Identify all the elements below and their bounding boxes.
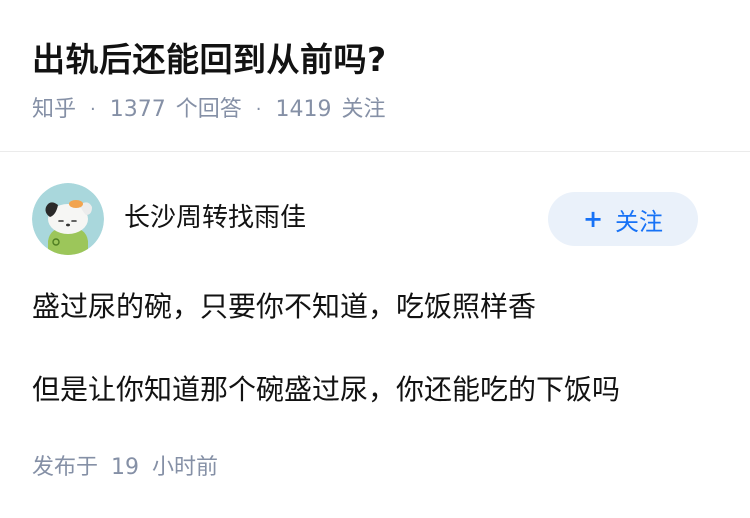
follow-button-label: 关注 [615, 207, 664, 236]
avatar[interactable] [32, 183, 104, 255]
question-header: 出轨后还能回到从前吗? 知乎 · 1377 个回答 · 1419 关注 [0, 0, 750, 151]
follower-count: 1419 [275, 97, 332, 122]
meta-separator: · [255, 99, 262, 120]
answer-content-line: 但是让你知道那个碗盛过尿，你还能吃的下饭吗 [32, 373, 621, 406]
answer-content-line: 盛过尿的碗，只要你不知道，吃饭照样香 [32, 290, 537, 323]
follow-button[interactable]: + 关注 [548, 192, 698, 246]
answer-count: 1377 [109, 97, 166, 122]
question-title[interactable]: 出轨后还能回到从前吗? [32, 38, 387, 82]
answer-count-label: 个回答 [175, 97, 242, 122]
answer-page: 出轨后还能回到从前吗? 知乎 · 1377 个回答 · 1419 关注 长沙周转… [0, 0, 750, 518]
author-name[interactable]: 长沙周转找雨佳 [124, 200, 306, 236]
timestamp-prefix: 发布于 [32, 455, 99, 480]
follower-count-label: 关注 [341, 97, 386, 122]
cartoon-dog-avatar-icon [32, 183, 104, 255]
plus-icon: + [582, 205, 604, 233]
timestamp-value: 19 [111, 455, 140, 480]
timestamp-suffix: 小时前 [152, 455, 219, 480]
question-meta: 知乎 · 1377 个回答 · 1419 关注 [32, 94, 386, 126]
answer-card: 长沙周转找雨佳 + 关注 盛过尿的碗，只要你不知道，吃饭照样香 但是让你知道那个… [0, 152, 750, 518]
meta-separator: · [90, 99, 96, 120]
source-label: 知乎 [32, 97, 77, 122]
answer-timestamp: 发布于 19 小时前 [32, 452, 218, 484]
